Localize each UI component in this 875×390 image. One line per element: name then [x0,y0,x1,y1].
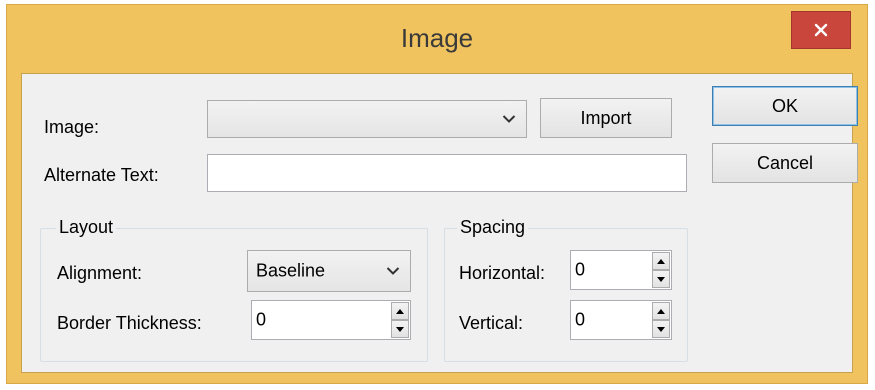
chevron-down-icon [386,267,400,275]
decrement-button[interactable] [652,270,670,288]
close-icon [814,23,828,37]
image-select[interactable] [207,100,527,138]
decrement-button[interactable] [391,320,409,338]
decrement-button[interactable] [652,320,670,338]
border-thickness-label: Border Thickness: [57,313,202,333]
cancel-button[interactable]: Cancel [712,143,858,183]
border-thickness-spinner[interactable]: 0 [251,300,411,340]
ok-button[interactable]: OK [712,86,858,126]
alternate-text-label: Alternate Text: [44,165,159,185]
arrow-up-icon [657,258,665,264]
increment-button[interactable] [652,302,670,320]
arrow-up-icon [657,308,665,314]
import-button[interactable]: Import [540,98,672,138]
spinner-buttons [391,302,409,338]
increment-button[interactable] [652,252,670,270]
arrow-down-icon [396,326,404,332]
horizontal-value: 0 [575,259,586,280]
spinner-buttons [652,252,670,288]
arrow-down-icon [657,276,665,282]
vertical-label: Vertical: [459,313,524,333]
arrow-down-icon [657,326,665,332]
close-button[interactable] [791,11,851,49]
horizontal-label: Horizontal: [459,263,546,283]
vertical-value: 0 [575,309,586,330]
chevron-down-icon [502,115,516,123]
alignment-select-value: Baseline [256,260,326,281]
layout-group [40,228,428,362]
vertical-spinner[interactable]: 0 [570,300,672,340]
spacing-group [444,228,688,362]
dialog-body: Image: Import OK Cancel Alternate Text: … [21,73,858,373]
alignment-label: Alignment: [57,263,143,283]
increment-button[interactable] [391,302,409,320]
layout-group-title: Layout [56,217,117,238]
image-label: Image: [44,117,100,137]
image-dialog: Image Image: Import OK Cancel Alternate … [6,4,868,384]
spacing-group-title: Spacing [457,217,529,238]
title-bar[interactable]: Image [7,5,867,79]
alignment-select[interactable]: Baseline [247,250,411,292]
arrow-up-icon [396,308,404,314]
border-thickness-value: 0 [256,309,267,330]
dialog-title: Image [400,23,474,53]
horizontal-spinner[interactable]: 0 [570,250,672,290]
alternate-text-input[interactable] [207,154,687,192]
spinner-buttons [652,302,670,338]
